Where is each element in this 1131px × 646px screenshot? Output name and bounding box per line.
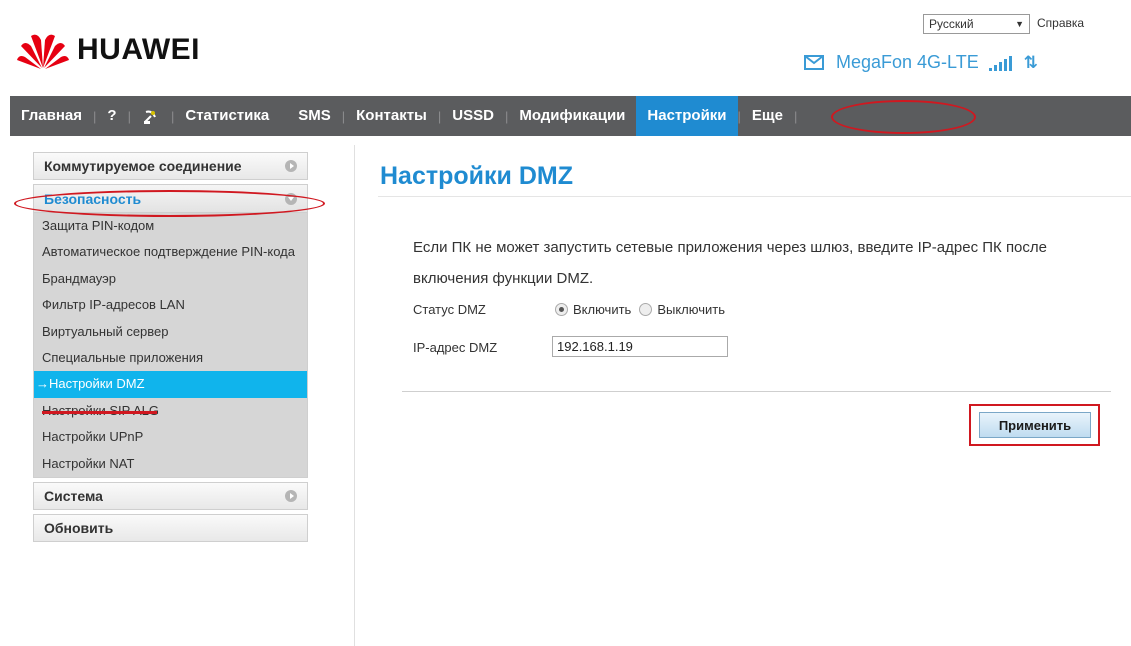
nav-more[interactable]: Еще	[741, 96, 794, 136]
header: HUAWEI Русский ▼ Справка MegaFon 4G-LTE …	[0, 0, 1131, 92]
nav-sms[interactable]: SMS	[280, 96, 342, 136]
sidebar-item-upnp[interactable]: Настройки UPnP	[34, 424, 307, 450]
dmz-ip-input[interactable]	[552, 336, 728, 357]
nav-home[interactable]: Главная	[10, 96, 93, 136]
sidebar-item-pin-protection[interactable]: Защита PIN-кодом	[34, 213, 307, 239]
signal-strength-icon	[988, 55, 1014, 71]
chevron-right-icon	[285, 160, 297, 172]
main-nav: Главная | ? | | Статистика SMS | Контакт…	[10, 96, 1131, 136]
sidebar-item-auto-pin[interactable]: Автоматическое подтверждение PIN-кода	[34, 239, 307, 265]
huawei-flower-icon	[17, 34, 69, 69]
nav-statistics[interactable]: Статистика	[174, 96, 280, 136]
nav-separator: |	[793, 108, 798, 124]
dmz-disable-radio[interactable]	[639, 303, 653, 316]
nav-contacts[interactable]: Контакты	[345, 96, 438, 136]
nav-ussd[interactable]: USSD	[441, 96, 505, 136]
nav-modifications[interactable]: Модификации	[508, 96, 636, 136]
sidebar-item-firewall[interactable]: Брандмауэр	[34, 266, 307, 292]
dmz-enable-label[interactable]: Включить	[573, 302, 631, 317]
form-divider	[402, 391, 1111, 392]
chevron-down-icon	[285, 192, 297, 205]
satellite-dish-icon	[143, 110, 156, 125]
sidebar-section-label: Безопасность	[44, 190, 142, 207]
language-select[interactable]: Русский ▼	[923, 14, 1030, 34]
help-link[interactable]: Справка	[1037, 16, 1084, 30]
dmz-status-label: Статус DMZ	[413, 302, 486, 317]
chevron-right-icon	[285, 489, 297, 502]
current-arrow-icon: →	[36, 376, 49, 392]
sidebar-section-label: Система	[44, 487, 103, 504]
sidebar-section-security[interactable]: Безопасность	[34, 185, 307, 213]
nav-help[interactable]: ?	[96, 96, 127, 136]
huawei-logo: HUAWEI	[17, 30, 200, 70]
sidebar-item-virtual-server[interactable]: Виртуальный сервер	[34, 319, 307, 345]
content-divider	[354, 145, 355, 646]
nav-satellite[interactable]	[131, 96, 171, 136]
envelope-icon[interactable]	[804, 55, 824, 70]
language-value: Русский	[929, 17, 974, 31]
sidebar-section-label: Коммутируемое соединение	[44, 158, 242, 174]
nav-settings[interactable]: Настройки	[636, 96, 738, 136]
dmz-ip-label: IP-адрес DMZ	[413, 340, 498, 355]
sidebar-item-special-apps[interactable]: Специальные приложения	[34, 345, 307, 371]
dmz-enable-radio[interactable]	[555, 303, 568, 316]
dmz-description: Если ПК не может запустить сетевые прило…	[413, 239, 1047, 287]
brand-name: HUAWEI	[77, 33, 200, 66]
sidebar-item-label: Настройки DMZ	[49, 376, 145, 392]
status-area: MegaFon 4G-LTE ⇅	[800, 52, 1038, 73]
sidebar-item-dmz-settings[interactable]: →Настройки DMZ	[34, 371, 307, 398]
dmz-disable-label[interactable]: Выключить	[657, 302, 725, 317]
dmz-highlight-underline	[42, 411, 157, 414]
sidebar-section-security-group: Безопасность Защита PIN-кодом Автоматиче…	[33, 184, 308, 478]
sidebar: Коммутируемое соединение Безопасность За…	[33, 152, 308, 546]
apply-button[interactable]: Применить	[979, 412, 1091, 438]
sidebar-item-nat[interactable]: Настройки NAT	[34, 451, 307, 477]
sidebar-section-update[interactable]: Обновить	[33, 513, 308, 542]
page-title: Настройки DMZ	[380, 162, 573, 190]
chevron-down-icon: ▼	[1015, 19, 1024, 29]
sidebar-item-lan-ip-filter[interactable]: Фильтр IP-адресов LAN	[34, 292, 307, 318]
dmz-status-radio-group: Включить Выключить	[555, 302, 733, 317]
sidebar-section-dialup[interactable]: Коммутируемое соединение	[33, 152, 308, 180]
sidebar-section-label: Обновить	[44, 519, 114, 536]
sidebar-section-system[interactable]: Система	[33, 481, 308, 510]
title-divider	[378, 196, 1131, 197]
data-transfer-icon: ⇅	[1023, 52, 1038, 72]
operator-name: MegaFon 4G-LTE	[836, 52, 979, 72]
